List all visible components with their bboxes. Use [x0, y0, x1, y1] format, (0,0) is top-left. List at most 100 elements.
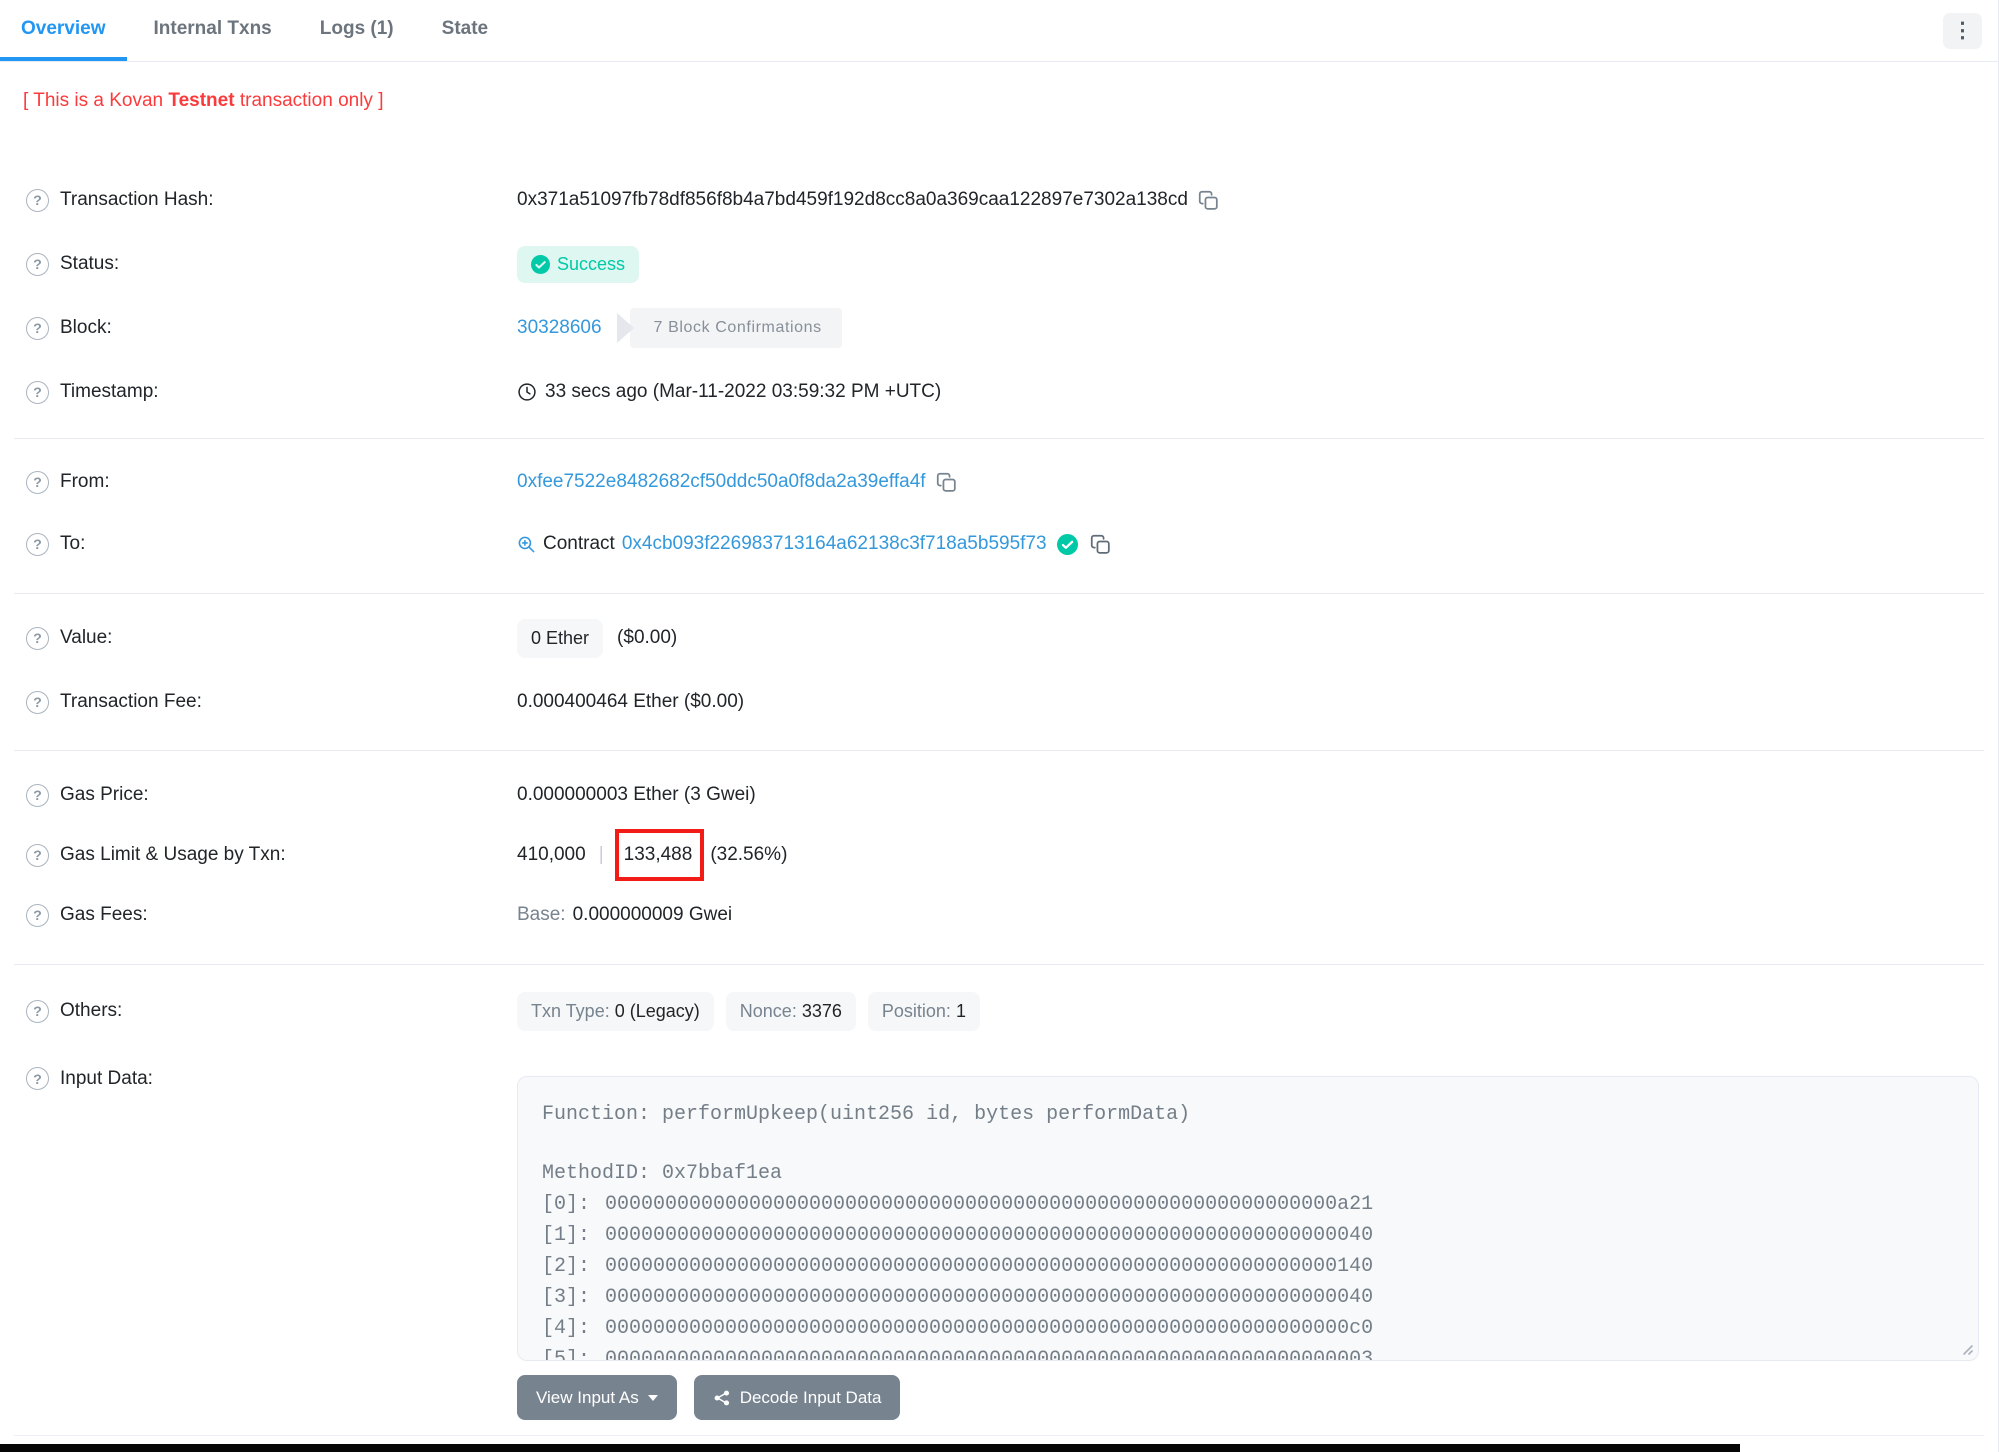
- copy-icon[interactable]: [936, 472, 957, 493]
- help-icon[interactable]: ?: [26, 690, 49, 714]
- row-gas-limit-usage: ? Gas Limit & Usage by Txn: 410,000 | 13…: [0, 825, 1998, 885]
- input-word-row: [4]: 000000000000000000000000000000000000…: [542, 1317, 1374, 1340]
- copy-icon[interactable]: [1198, 190, 1219, 211]
- to-label: To:: [60, 533, 86, 554]
- transaction-detail-page: Overview Internal Txns Logs (1) State ⋮ …: [0, 0, 1999, 1452]
- from-label: From:: [60, 471, 110, 492]
- zoom-in-icon[interactable]: [517, 535, 536, 554]
- tab-bar: Overview Internal Txns Logs (1) State ⋮: [0, 0, 1998, 62]
- help-icon[interactable]: ?: [26, 903, 49, 927]
- txn-type-value: 0 (Legacy): [614, 1000, 700, 1021]
- decode-icon: [714, 1390, 729, 1405]
- decode-input-data-button[interactable]: Decode Input Data: [693, 1375, 901, 1420]
- warning-bold: Testnet: [168, 90, 235, 111]
- tab-logs[interactable]: Logs (1): [299, 0, 415, 61]
- help-icon[interactable]: ?: [26, 470, 49, 494]
- input-methodid-line: MethodID: 0x7bbaf1ea: [542, 1162, 783, 1185]
- gas-limit-label: Gas Limit & Usage by Txn:: [60, 844, 286, 865]
- view-input-as-button[interactable]: View Input As: [517, 1375, 677, 1420]
- from-address-link[interactable]: 0xfee7522e8482682cf50ddc50a0f8da2a39effa…: [517, 471, 926, 493]
- to-contract-word: Contract: [543, 533, 615, 554]
- help-icon[interactable]: ?: [26, 316, 49, 340]
- help-icon[interactable]: ?: [26, 188, 49, 212]
- row-from: ? From: 0xfee7522e8482682cf50ddc50a0f8da…: [0, 451, 1998, 513]
- help-icon[interactable]: ?: [26, 843, 49, 867]
- help-icon[interactable]: ?: [26, 783, 49, 807]
- bottom-divider: [14, 1435, 1984, 1436]
- transaction-hash-label: Transaction Hash:: [60, 189, 214, 210]
- nonce-label: Nonce:: [739, 1000, 797, 1021]
- input-word-row: [1]: 000000000000000000000000000000000000…: [542, 1224, 1374, 1247]
- section-addresses: ? From: 0xfee7522e8482682cf50ddc50a0f8da…: [0, 439, 1998, 593]
- status-badge: Success: [517, 245, 640, 283]
- gas-price-value: 0.000000003 Ether (3 Gwei): [517, 784, 756, 805]
- success-check-icon: [531, 254, 550, 274]
- clock-icon: [518, 383, 536, 401]
- block-number-link[interactable]: 30328606: [517, 317, 602, 339]
- gas-usage-value: 133,488: [623, 844, 693, 865]
- row-gas-fees: ? Gas Fees: Base: 0.000000009 Gwei: [0, 885, 1998, 945]
- row-timestamp: ? Timestamp: 33 secs ago (Mar-11-2022 03…: [0, 360, 1998, 424]
- tabs: Overview Internal Txns Logs (1) State: [0, 0, 515, 61]
- nonce-badge: Nonce: 3376: [725, 991, 856, 1031]
- input-word-row: [0]: 000000000000000000000000000000000000…: [542, 1193, 1374, 1216]
- status-badge-text: Success: [557, 253, 626, 274]
- help-icon[interactable]: ?: [26, 380, 49, 404]
- caret-down-icon: [647, 1394, 658, 1401]
- row-input-data: ? Input Data: Function: performUpkeep(ui…: [0, 1043, 1998, 1420]
- tab-overview[interactable]: Overview: [0, 0, 127, 61]
- gas-price-label: Gas Price:: [60, 784, 149, 805]
- input-function-line: Function: performUpkeep(uint256 id, byte…: [542, 1103, 1191, 1126]
- bottom-edge-bar: [0, 1444, 1740, 1452]
- testnet-warning: [ This is a Kovan Testnet transaction on…: [0, 62, 1998, 146]
- transaction-fee-label: Transaction Fee:: [60, 691, 202, 712]
- nonce-value: 3376: [801, 1000, 842, 1021]
- input-data-label: Input Data:: [60, 1067, 153, 1089]
- timestamp-label: Timestamp:: [60, 381, 159, 402]
- gas-fees-base-label: Base:: [517, 904, 566, 925]
- warning-text-2: transaction only ]: [239, 90, 384, 111]
- section-overview-top: ? Transaction Hash: 0x371a51097fb78df856…: [0, 146, 1998, 438]
- row-gas-price: ? Gas Price: 0.000000003 Ether (3 Gwei): [0, 765, 1998, 825]
- input-data-actions: View Input As Decode Input Data: [517, 1375, 1979, 1420]
- txn-type-label: Txn Type:: [531, 1000, 610, 1021]
- annotation-highlight-box: 133,488: [614, 829, 705, 881]
- position-value: 1: [955, 1000, 966, 1021]
- row-transaction-hash: ? Transaction Hash: 0x371a51097fb78df856…: [0, 168, 1998, 232]
- timestamp-value: 33 secs ago (Mar-11-2022 03:59:32 PM +UT…: [545, 381, 942, 402]
- view-input-as-label: View Input As: [536, 1387, 639, 1407]
- gas-fees-base-value: 0.000000009 Gwei: [572, 904, 733, 925]
- gas-limit-separator: |: [598, 844, 604, 865]
- gas-usage-percent: (32.56%): [710, 844, 788, 865]
- verified-check-icon: [1056, 533, 1078, 555]
- input-word-row: [3]: 000000000000000000000000000000000000…: [542, 1286, 1374, 1309]
- input-word-row: [5]: 000000000000000000000000000000000000…: [542, 1348, 1374, 1361]
- row-value: ? Value: 0 Ether ($0.00): [0, 606, 1998, 670]
- input-data-textarea[interactable]: Function: performUpkeep(uint256 id, byte…: [517, 1076, 1979, 1361]
- help-icon[interactable]: ?: [26, 999, 49, 1023]
- decode-input-data-label: Decode Input Data: [739, 1387, 882, 1407]
- block-label: Block:: [60, 317, 112, 338]
- section-others-input: ? Others: Txn Type: 0 (Legacy) Nonce: 33…: [0, 965, 1998, 1436]
- more-options-button[interactable]: ⋮: [1943, 12, 1982, 49]
- help-icon[interactable]: ?: [26, 1067, 49, 1090]
- position-badge: Position: 1: [867, 991, 980, 1031]
- help-icon[interactable]: ?: [26, 532, 49, 556]
- help-icon[interactable]: ?: [26, 626, 49, 650]
- others-label: Others:: [60, 1000, 123, 1021]
- help-icon[interactable]: ?: [26, 252, 49, 276]
- input-word-row: [2]: 000000000000000000000000000000000000…: [542, 1255, 1374, 1278]
- resize-handle-icon[interactable]: [1959, 1341, 1973, 1355]
- tab-state[interactable]: State: [421, 0, 509, 61]
- row-status: ? Status: Success: [0, 232, 1998, 296]
- transaction-fee-value: 0.000400464 Ether ($0.00): [517, 691, 745, 712]
- transaction-hash-value: 0x371a51097fb78df856f8b4a7bd459f192d8cc8…: [517, 189, 1188, 210]
- row-transaction-fee: ? Transaction Fee: 0.000400464 Ether ($0…: [0, 670, 1998, 734]
- txn-type-badge: Txn Type: 0 (Legacy): [517, 991, 714, 1031]
- to-address-link[interactable]: 0x4cb093f226983713164a62138c3f718a5b595f…: [622, 533, 1047, 555]
- copy-icon[interactable]: [1090, 534, 1111, 555]
- kebab-icon: ⋮: [1952, 18, 1973, 42]
- position-label: Position:: [881, 1000, 951, 1021]
- tab-internal-txns[interactable]: Internal Txns: [133, 0, 293, 61]
- row-block: ? Block: 30328606 7 Block Confirmations: [0, 296, 1998, 360]
